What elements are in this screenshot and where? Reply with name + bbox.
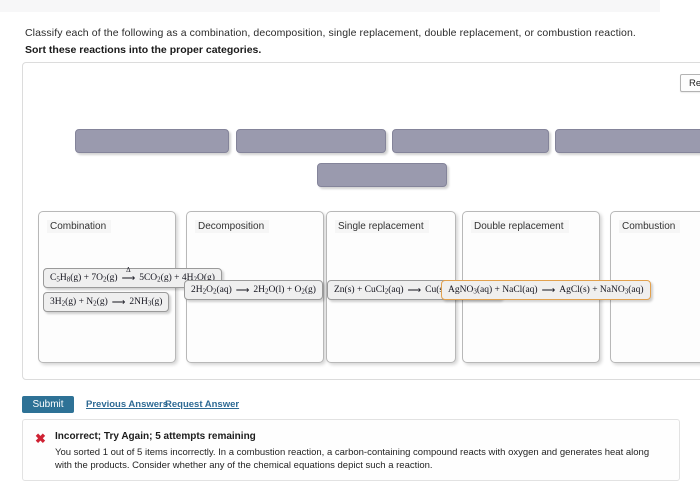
task-text: Sort these reactions into the proper cat… (25, 44, 262, 56)
equation-text: C5H8(g) + 7O2(g) (50, 272, 118, 284)
category-title-decomposition: Decomposition (195, 220, 270, 233)
category-title-combustion: Combustion (619, 220, 681, 233)
request-answer-link[interactable]: Request Answer (165, 399, 239, 410)
equation-chip-ammonia[interactable]: 3H2(g) + N2(g) ⟶ 2NH3(g) (43, 292, 170, 312)
category-title-combination: Combination (47, 220, 112, 233)
reset-button[interactable]: Reset (680, 74, 700, 92)
equation-text-right: 2H2O(l) + O2(g) (253, 284, 316, 296)
equation-text: AgNO3(aq) + NaCl(aq) (448, 284, 538, 296)
source-slot-2[interactable] (236, 129, 386, 153)
top-strip (0, 0, 660, 12)
category-title-double-replacement: Double replacement (471, 220, 569, 233)
source-slot-3[interactable] (392, 129, 549, 153)
equation-text: 2H2O2(aq) (191, 284, 232, 296)
source-slot-5[interactable] (317, 163, 447, 187)
equation-text: Zn(s) + CuCl2(aq) (334, 284, 404, 296)
source-slot-1[interactable] (75, 129, 229, 153)
reaction-arrow-delta: Δ ⟶ (121, 265, 136, 284)
feedback-title: Incorrect; Try Again; 5 attempts remaini… (55, 431, 256, 442)
page-root: Classify each of the following as a comb… (0, 0, 700, 501)
equation-text-right: 2NH3(g) (129, 296, 163, 308)
reaction-arrow: ⟶ (235, 285, 250, 296)
delta-symbol: Δ (126, 265, 131, 274)
previous-answers-link[interactable]: Previous Answers (86, 399, 168, 410)
reaction-arrow: ⟶ (407, 285, 422, 296)
category-title-single-replacement: Single replacement (335, 220, 429, 233)
equation-chip-silver-chloride[interactable]: AgNO3(aq) + NaCl(aq) ⟶ AgCl(s) + NaNO3(a… (441, 280, 651, 300)
x-mark-icon: ✖ (35, 431, 46, 446)
feedback-body: You sorted 1 out of 5 items incorrectly.… (55, 447, 650, 471)
equation-text: 3H2(g) + N2(g) (50, 296, 108, 308)
source-slot-4[interactable] (555, 129, 700, 153)
equation-text-right: AgCl(s) + NaNO3(aq) (559, 284, 644, 296)
equation-chip-peroxide[interactable]: 2H2O2(aq) ⟶ 2H2O(l) + O2(g) (184, 280, 323, 300)
instruction-text: Classify each of the following as a comb… (25, 27, 636, 39)
submit-button[interactable]: Submit (22, 396, 74, 413)
feedback-box: ✖ Incorrect; Try Again; 5 attempts remai… (22, 419, 680, 481)
reaction-arrow: ⟶ (541, 285, 556, 296)
reaction-arrow: ⟶ (111, 297, 126, 308)
